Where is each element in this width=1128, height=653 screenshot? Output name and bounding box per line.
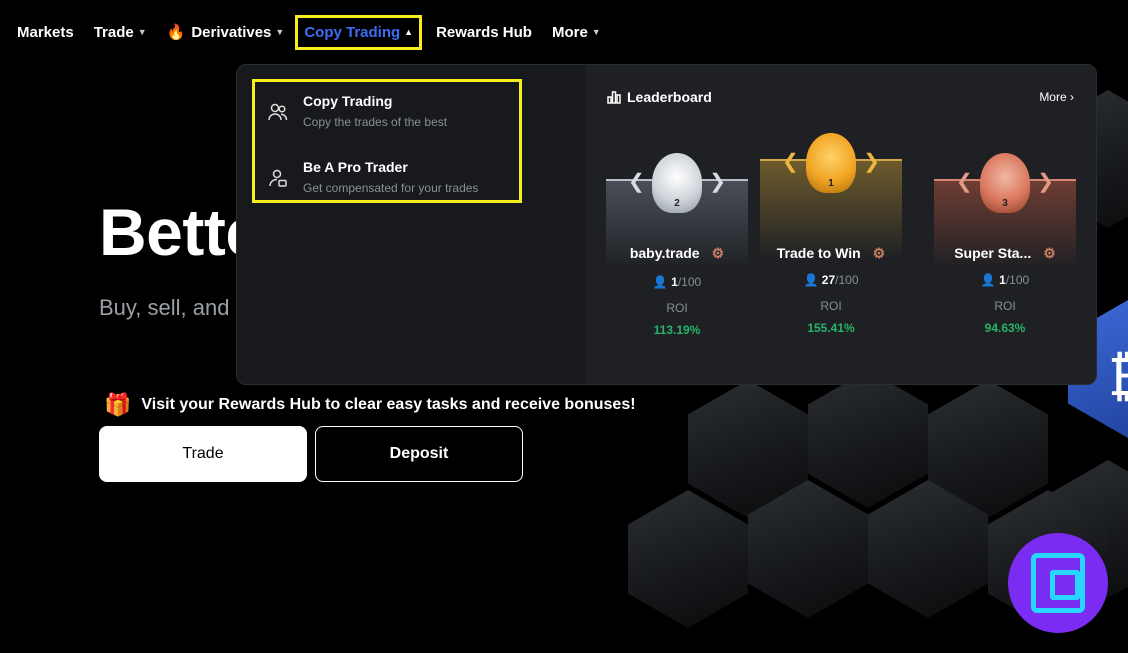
followers-value: 1 <box>671 275 678 289</box>
badge-icon: ⚙ <box>872 245 886 261</box>
deposit-button[interactable]: Deposit <box>315 426 523 482</box>
leaderboard-title-text: Leaderboard <box>627 89 712 105</box>
roi-label: ROI <box>820 299 842 313</box>
trader-name-text: baby.trade <box>629 245 700 261</box>
roi-value: 113.19% <box>653 323 701 337</box>
option-description: Get compensated for your trades <box>303 181 479 195</box>
roi-label: ROI <box>994 299 1016 313</box>
silver-medal-icon: 2 <box>652 153 702 213</box>
nav-derivatives[interactable]: 🔥 Derivatives ▼ <box>166 23 285 42</box>
trader-name: Super Sta... ⚙ <box>934 245 1076 262</box>
nav-more-label: More <box>551 23 588 41</box>
rewards-promo-text: Visit your Rewards Hub to clear easy tas… <box>141 396 636 413</box>
option-description: Copy the trades of the best <box>303 115 448 129</box>
followers-capacity: /100 <box>677 275 702 289</box>
roi-label: ROI <box>666 301 688 315</box>
trader-name: Trade to Win ⚙ <box>760 245 902 262</box>
badge-icon: ⚙ <box>711 245 725 261</box>
option-title: Copy Trading <box>303 93 393 109</box>
rank-number: 1 <box>828 178 834 189</box>
trader-name-text: Trade to Win <box>776 245 861 261</box>
followers-value: 27 <box>821 273 836 287</box>
rewards-promo[interactable]: 🎁 Visit your Rewards Hub to clear easy t… <box>104 392 636 418</box>
nav-derivatives-label: Derivatives <box>191 23 272 41</box>
wing-icon: ❮ <box>782 151 799 173</box>
gold-medal-icon: 1 <box>806 133 856 193</box>
user-pro-icon <box>267 167 289 189</box>
chevron-up-icon: ▲ <box>404 27 414 37</box>
nav-markets[interactable]: Markets <box>17 24 74 41</box>
nav-more[interactable]: More ▼ <box>552 24 601 41</box>
leaderboard-title: Leaderboard <box>607 89 712 105</box>
rank-number: 2 <box>674 198 680 209</box>
nav-copy-trading-label: Copy Trading <box>304 23 401 41</box>
nav-trade[interactable]: Trade ▼ <box>94 24 147 41</box>
user-icon: 👤 <box>652 275 668 289</box>
followers-capacity: /100 <box>1005 273 1030 287</box>
user-icon: 👤 <box>980 273 996 287</box>
followers-count: 👤 27/100 <box>760 273 902 287</box>
option-title: Be A Pro Trader <box>303 159 408 175</box>
nav-rewards-hub-label: Rewards Hub <box>436 23 532 41</box>
leaderboard-panel: Leaderboard More › ❮ 2 ❯ baby.trade ⚙ 👤 … <box>585 65 1096 384</box>
rank-number: 3 <box>1002 198 1008 209</box>
roi-value: 94.63% <box>984 321 1026 335</box>
followers-capacity: /100 <box>835 273 859 287</box>
wing-icon: ❯ <box>709 171 726 193</box>
bronze-medal-icon: 3 <box>980 153 1030 213</box>
option-copy-trading[interactable]: Copy Trading Copy the trades of the best <box>267 93 447 129</box>
trade-button[interactable]: Trade <box>99 426 307 482</box>
gift-icon: 🎁 <box>104 392 132 417</box>
top-nav: Markets Trade ▼ 🔥 Derivatives ▼ Copy Tra… <box>0 0 1128 64</box>
roi-value: 155.41% <box>807 321 855 335</box>
nav-markets-label: Markets <box>17 23 74 41</box>
wing-icon: ❯ <box>863 151 880 173</box>
chevron-right-icon: › <box>1070 90 1074 104</box>
chevron-down-icon: ▼ <box>591 27 601 37</box>
option-be-a-pro-trader[interactable]: Be A Pro Trader Get compensated for your… <box>267 159 478 195</box>
badge-icon: ⚙ <box>1043 245 1056 261</box>
leaderboard-more-link[interactable]: More › <box>1039 90 1074 104</box>
nav-rewards-hub[interactable]: Rewards Hub <box>436 24 532 41</box>
trader-name-text: Super Sta... <box>954 245 1032 261</box>
flame-icon: 🔥 <box>166 24 186 41</box>
followers-count: 👤 1/100 <box>606 275 748 289</box>
wing-icon: ❯ <box>1037 171 1054 193</box>
user-icon: 👤 <box>803 273 819 287</box>
bar-chart-icon <box>607 90 621 104</box>
followers-value: 1 <box>999 273 1006 287</box>
more-label: More <box>1039 90 1067 104</box>
wing-icon: ❮ <box>956 171 973 193</box>
trader-name: baby.trade ⚙ <box>606 245 748 262</box>
chevron-down-icon: ▼ <box>275 27 285 37</box>
wing-icon: ❮ <box>628 171 645 193</box>
users-icon <box>267 101 289 123</box>
nav-trade-label: Trade <box>93 23 134 41</box>
copy-trading-dropdown: Copy Trading Copy the trades of the best… <box>236 64 1097 385</box>
followers-count: 👤 1/100 <box>934 273 1076 287</box>
nav-copy-trading[interactable]: Copy Trading ▲ <box>295 14 423 50</box>
chevron-down-icon: ▼ <box>137 27 147 37</box>
hero-subtitle: Buy, sell, and <box>99 295 230 320</box>
watermark-logo <box>1008 533 1108 633</box>
logo-icon <box>1031 553 1085 613</box>
dropdown-options-panel: Copy Trading Copy the trades of the best… <box>237 65 585 384</box>
